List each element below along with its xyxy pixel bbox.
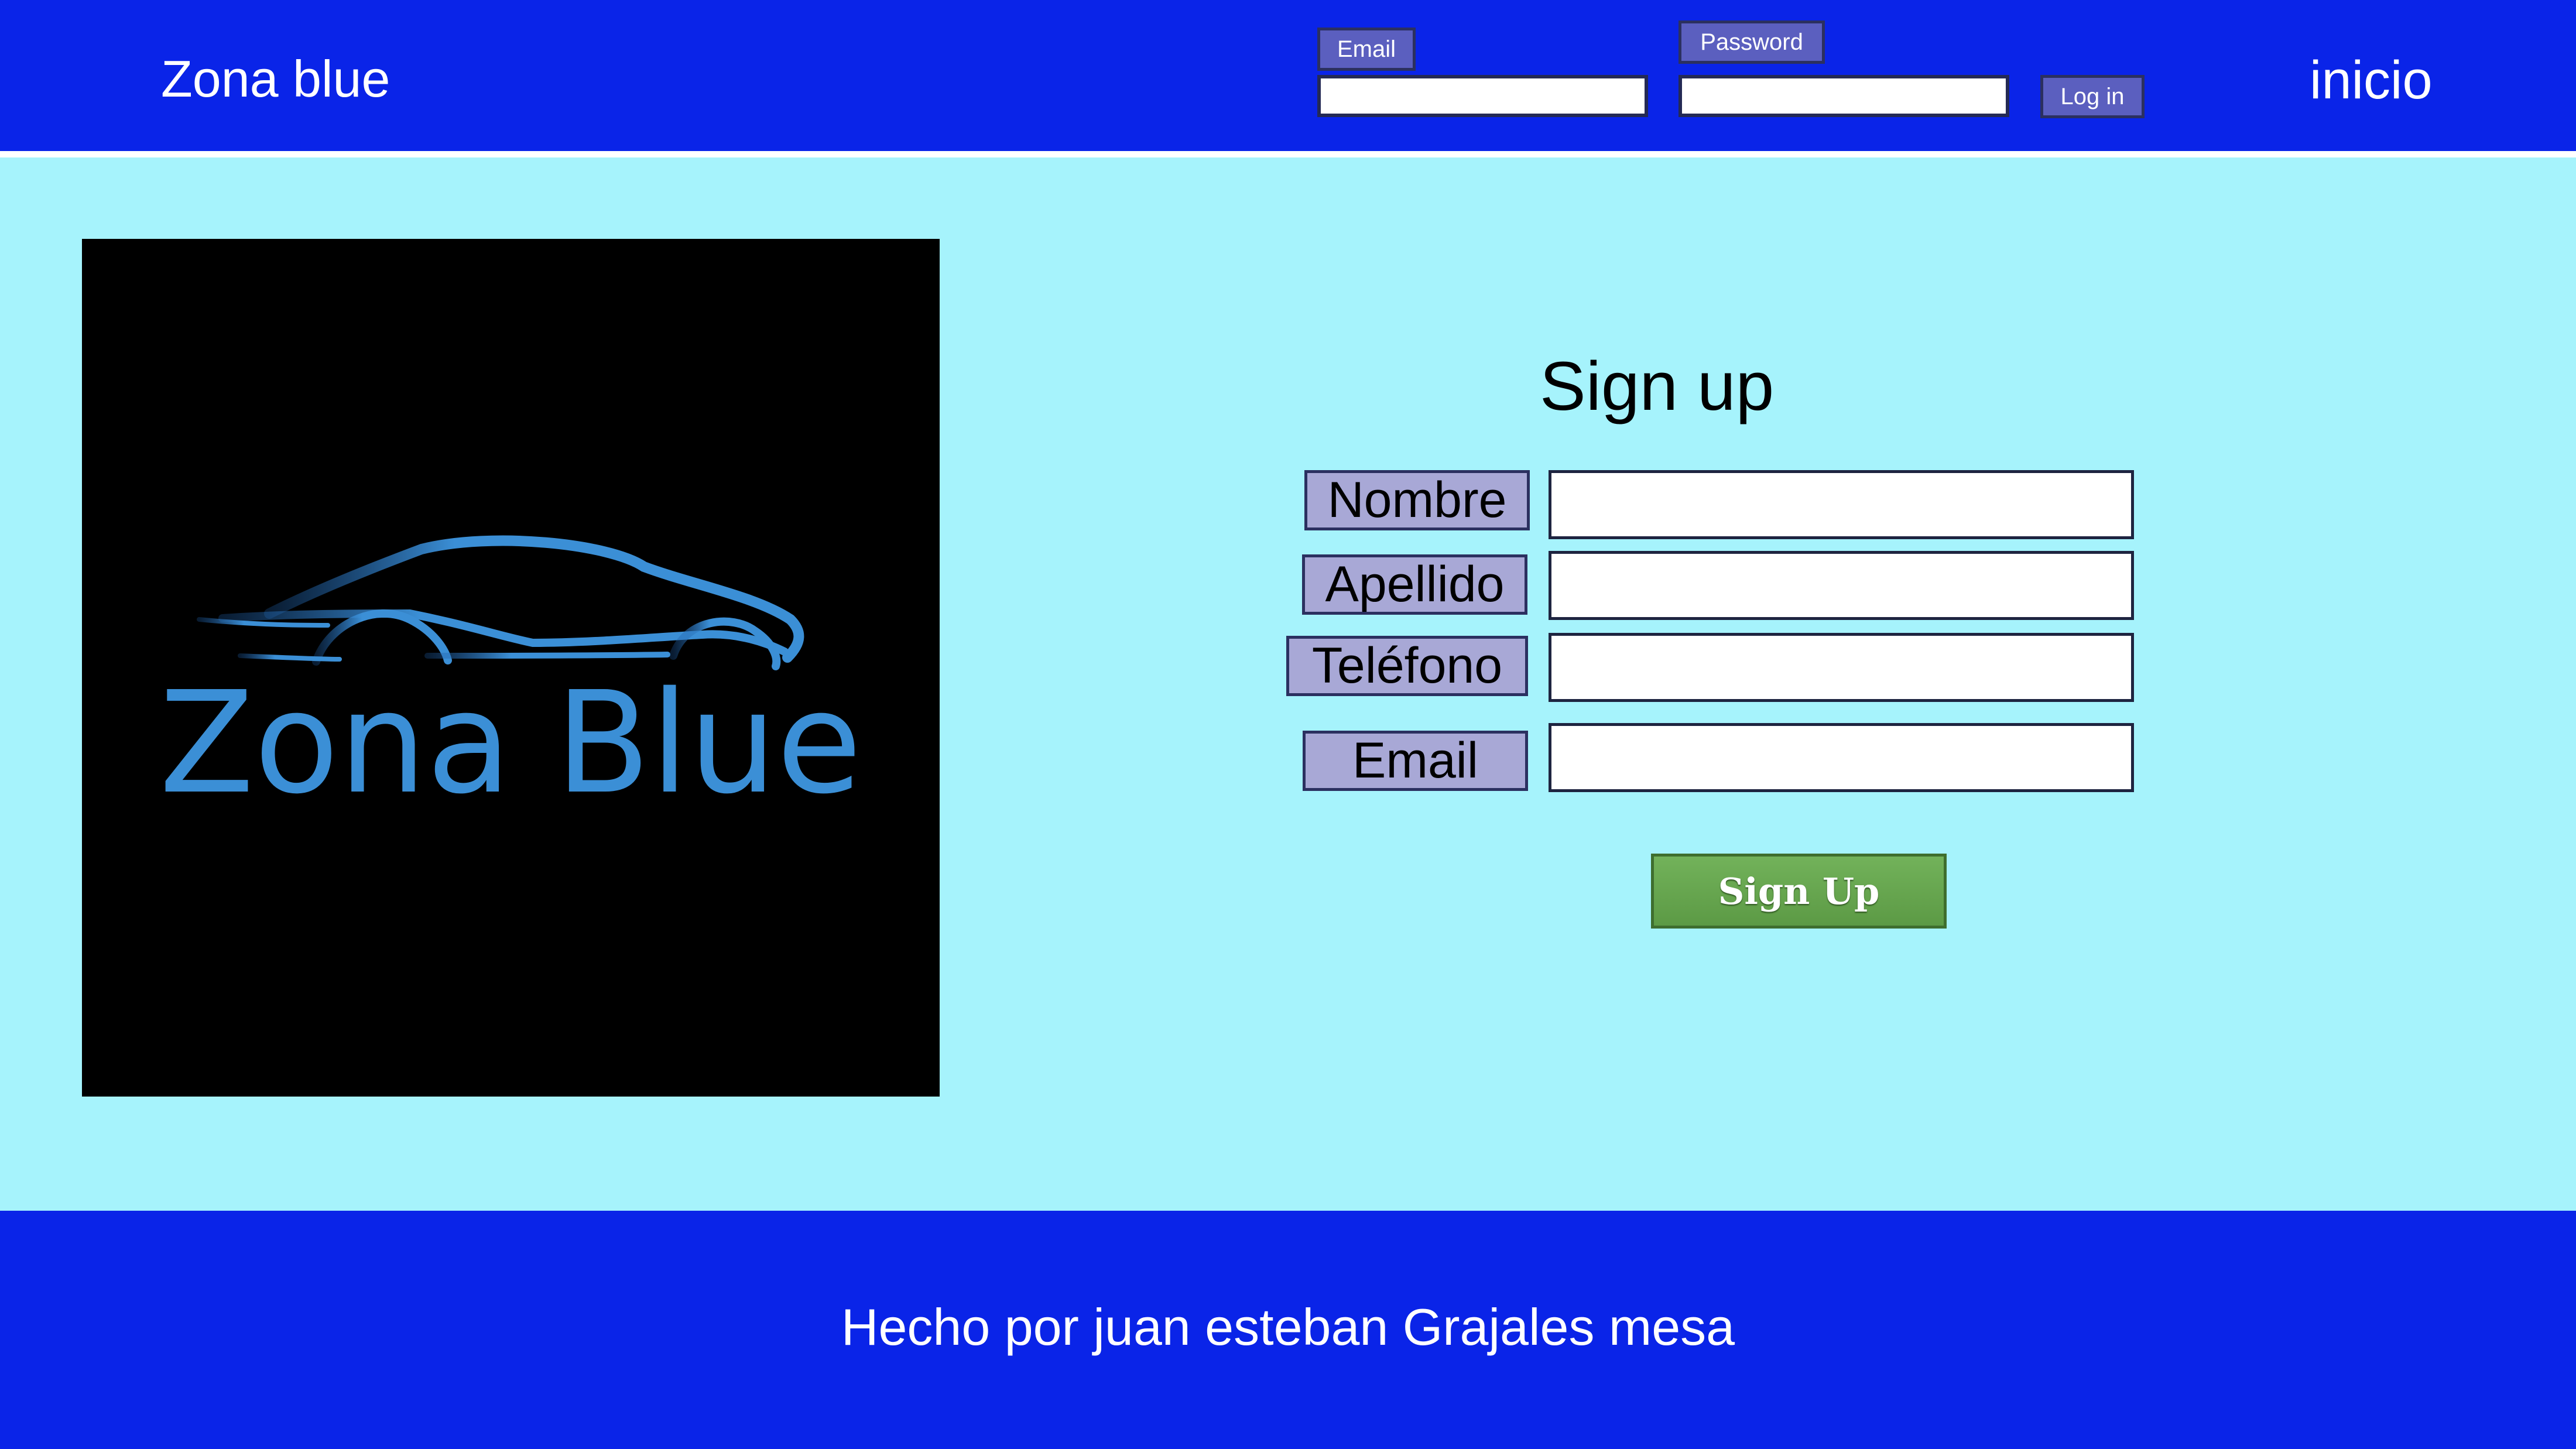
email-label: Email [1303,731,1528,791]
apellido-input[interactable] [1549,551,2134,620]
footer-credit: Hecho por juan esteban Grajales mesa [841,1298,1735,1356]
signup-button[interactable]: Sign Up [1651,854,1947,929]
apellido-label: Apellido [1302,554,1527,615]
nombre-input[interactable] [1549,470,2134,539]
car-silhouette-icon [197,535,804,670]
logo-image: Zona Blue [82,239,940,1097]
nav-link-inicio[interactable]: inicio [2310,47,2433,114]
brand-title: Zona blue [161,50,390,108]
login-email-input[interactable] [1317,75,1648,117]
telefono-label: Teléfono [1286,636,1528,696]
signup-title: Sign up [1540,348,1775,425]
login-email-label: Email [1317,28,1416,71]
telefono-input[interactable] [1549,633,2134,702]
nombre-label: Nombre [1304,470,1530,530]
login-password-label: Password [1678,20,1825,64]
login-password-input[interactable] [1678,75,2009,117]
header-divider [0,151,2576,157]
logo-text: Zona Blue [159,661,862,825]
email-input[interactable] [1549,723,2134,792]
login-button[interactable]: Log in [2040,75,2145,118]
